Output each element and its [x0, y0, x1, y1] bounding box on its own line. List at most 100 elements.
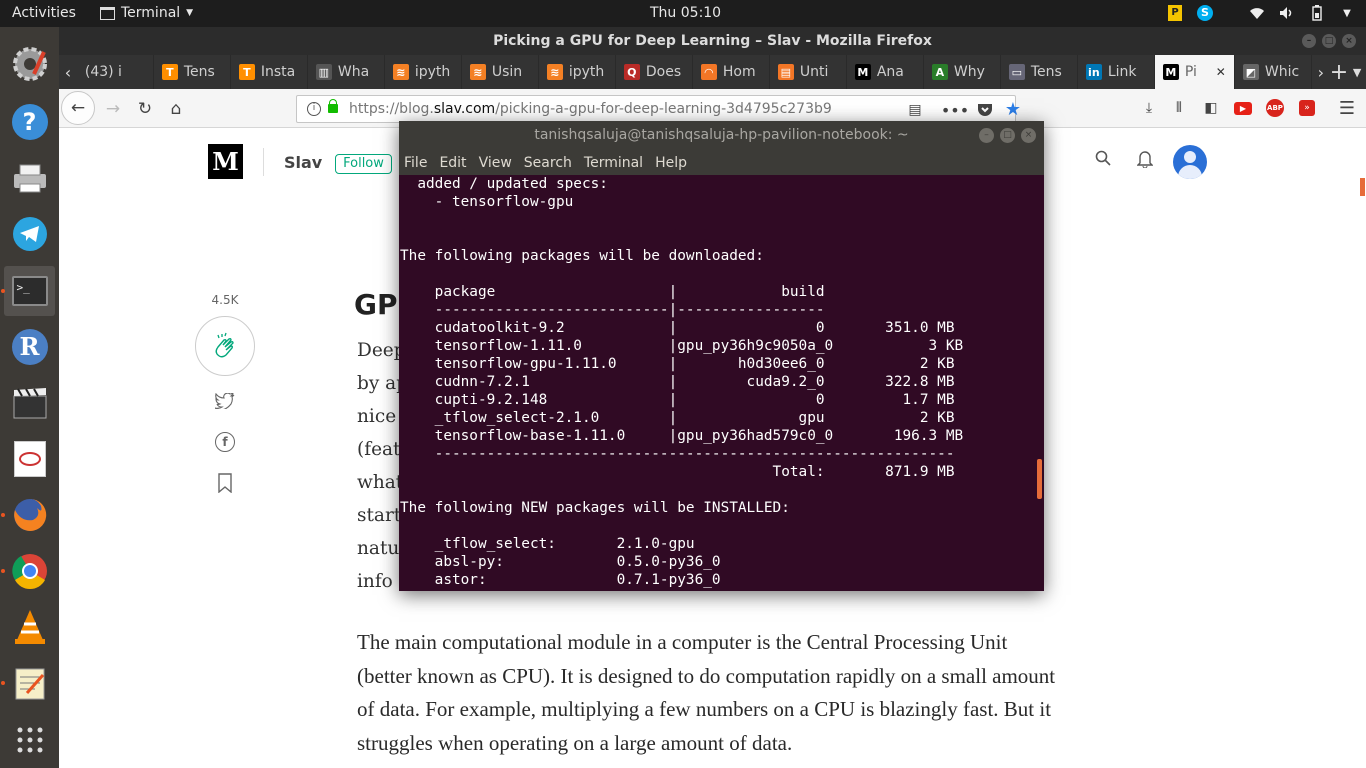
terminal-line: ----------------------------------------…	[400, 446, 955, 462]
r-studio-icon[interactable]: R	[4, 322, 55, 372]
browser-tab[interactable]: ≋ ipyth	[539, 55, 616, 89]
adblock-plus-icon[interactable]: ABP	[1265, 98, 1285, 118]
clap-count: 4.5K	[211, 293, 239, 307]
publication-name[interactable]: Slav	[284, 153, 322, 172]
secure-lock-icon[interactable]	[328, 99, 338, 113]
tab-scroll-right-icon[interactable]: ›	[1312, 55, 1330, 89]
window-title-text: Picking a GPU for Deep Learning – Slav -…	[493, 33, 932, 49]
follow-button[interactable]: Follow	[335, 154, 392, 174]
terminal-title-bar[interactable]: tanishqsaluja@tanishqsaluja-hp-pavilion-…	[399, 121, 1044, 151]
terminal-line: astor: 0.7.1-py36_0	[400, 572, 721, 588]
library-icon[interactable]: ⫴	[1169, 98, 1189, 118]
minimize-button[interactable]: –	[1302, 34, 1316, 48]
browser-tab[interactable]: (43) i	[77, 55, 154, 89]
menu-help[interactable]: Help	[655, 151, 687, 175]
pocket-icon[interactable]	[975, 100, 995, 120]
browser-tab[interactable]: in Link	[1078, 55, 1155, 89]
chrome-icon[interactable]	[4, 546, 55, 596]
menu-edit[interactable]: Edit	[439, 151, 466, 175]
downloads-icon[interactable]: ⤓	[1139, 98, 1159, 118]
battery-icon[interactable]	[1308, 4, 1326, 22]
terminal-minimize-button[interactable]: –	[979, 128, 994, 143]
firefox-icon[interactable]	[4, 490, 55, 540]
article-paragraph-2: The main computational module in a compu…	[357, 630, 1056, 755]
back-button[interactable]: ←	[61, 91, 95, 125]
browser-tab[interactable]: T Insta	[231, 55, 308, 89]
browser-tab[interactable]: A Why	[924, 55, 1001, 89]
notifications-bell-icon[interactable]	[1136, 150, 1154, 173]
clap-button[interactable]	[195, 316, 255, 376]
tab-label: Tens	[183, 64, 215, 80]
browser-tab[interactable]: ◩ Whic	[1235, 55, 1312, 89]
tab-list-chevron-icon[interactable]: ▼	[1348, 55, 1366, 89]
menu-view[interactable]: View	[479, 151, 512, 175]
terminal-scrollbar[interactable]	[1037, 459, 1042, 499]
indicator-p-icon[interactable]: P	[1166, 4, 1184, 22]
terminal-output[interactable]: added / updated specs: - tensorflow-gpu T…	[400, 175, 1035, 591]
browser-tab[interactable]: M Pi ✕	[1154, 55, 1235, 89]
menu-search[interactable]: Search	[524, 151, 572, 175]
system-settings-icon[interactable]	[4, 39, 55, 89]
facebook-share-icon[interactable]: f	[214, 431, 236, 453]
user-avatar[interactable]	[1173, 145, 1207, 179]
menu-file[interactable]: File	[404, 151, 427, 175]
terminal-line: The following packages will be downloade…	[400, 248, 764, 264]
sidebar-icon[interactable]: ◧	[1201, 98, 1221, 118]
help-icon[interactable]: ?	[4, 97, 55, 147]
close-button[interactable]: ×	[1342, 34, 1356, 48]
printer-icon[interactable]	[4, 153, 55, 203]
terminal-text: added / updated specs: - tensorflow-gpu T…	[400, 175, 1035, 591]
power-menu-icon[interactable]: ▼	[1338, 4, 1356, 22]
tab-label: Tens	[1030, 64, 1062, 80]
youtube-extension-icon[interactable]: ▶	[1233, 98, 1253, 118]
home-button[interactable]: ⌂	[162, 95, 190, 123]
hamburger-menu-icon[interactable]: ☰	[1337, 98, 1357, 119]
url-text[interactable]: https://blog.slav.com/picking-a-gpu-for-…	[349, 101, 832, 117]
browser-tab[interactable]: ◠ Hom	[693, 55, 770, 89]
telegram-icon[interactable]	[4, 209, 55, 259]
terminal-close-button[interactable]: ×	[1021, 128, 1036, 143]
bookmark-star-icon[interactable]: ★	[1003, 99, 1023, 120]
browser-tab[interactable]: Q Does	[616, 55, 693, 89]
browser-tab[interactable]: ▥ Wha	[308, 55, 385, 89]
reader-view-icon[interactable]: ▤	[905, 100, 925, 120]
menu-terminal[interactable]: Terminal	[584, 151, 643, 175]
clock[interactable]: Thu 05:10	[650, 5, 721, 21]
volume-icon[interactable]	[1278, 4, 1296, 22]
bookmark-icon[interactable]	[214, 472, 236, 494]
app-menu[interactable]: Terminal ▼	[100, 5, 193, 21]
vlc-icon[interactable]	[4, 602, 55, 652]
browser-tab[interactable]: ▭ Tens	[1001, 55, 1078, 89]
activities-button[interactable]: Activities	[12, 5, 76, 21]
evince-icon[interactable]	[4, 434, 55, 484]
maximize-button[interactable]: □	[1322, 34, 1336, 48]
video-editor-icon[interactable]	[4, 378, 55, 428]
close-tab-icon[interactable]: ✕	[1216, 65, 1226, 79]
medium-logo[interactable]: M	[208, 144, 243, 179]
twitter-share-icon[interactable]	[214, 390, 236, 412]
tab-scroll-left-icon[interactable]: ‹	[59, 55, 77, 89]
terminal-launcher-icon[interactable]: >_	[4, 266, 55, 316]
terminal-window[interactable]: tanishqsaluja@tanishqsaluja-hp-pavilion-…	[399, 121, 1044, 591]
url-bar[interactable]: i https://blog.slav.com/picking-a-gpu-fo…	[296, 95, 1021, 123]
page-actions-icon[interactable]: •••	[941, 100, 969, 120]
page-scroll-indicator[interactable]	[1360, 178, 1365, 196]
wifi-icon[interactable]	[1248, 4, 1266, 22]
site-info-icon[interactable]: i	[307, 102, 321, 116]
show-applications-icon[interactable]	[4, 715, 55, 765]
browser-tab[interactable]: T Tens	[154, 55, 231, 89]
browser-tab[interactable]: ≋ ipyth	[385, 55, 462, 89]
browser-tab[interactable]: ▤ Unti	[770, 55, 847, 89]
text-editor-icon[interactable]	[4, 658, 55, 708]
launcher-dock: ? >_ R	[0, 27, 59, 768]
forward-button[interactable]: →	[99, 95, 127, 123]
terminal-line: tensorflow-base-1.11.0 |gpu_py36had579c0…	[400, 428, 964, 444]
extension-red-icon[interactable]: »	[1297, 98, 1317, 118]
browser-tab[interactable]: M Ana	[847, 55, 924, 89]
browser-tab[interactable]: ≋ Usin	[462, 55, 539, 89]
reload-button[interactable]: ↻	[131, 95, 159, 123]
skype-icon[interactable]: S	[1196, 4, 1214, 22]
terminal-maximize-button[interactable]: □	[1000, 128, 1015, 143]
search-icon[interactable]	[1095, 150, 1111, 171]
new-tab-icon[interactable]: +	[1330, 55, 1348, 89]
